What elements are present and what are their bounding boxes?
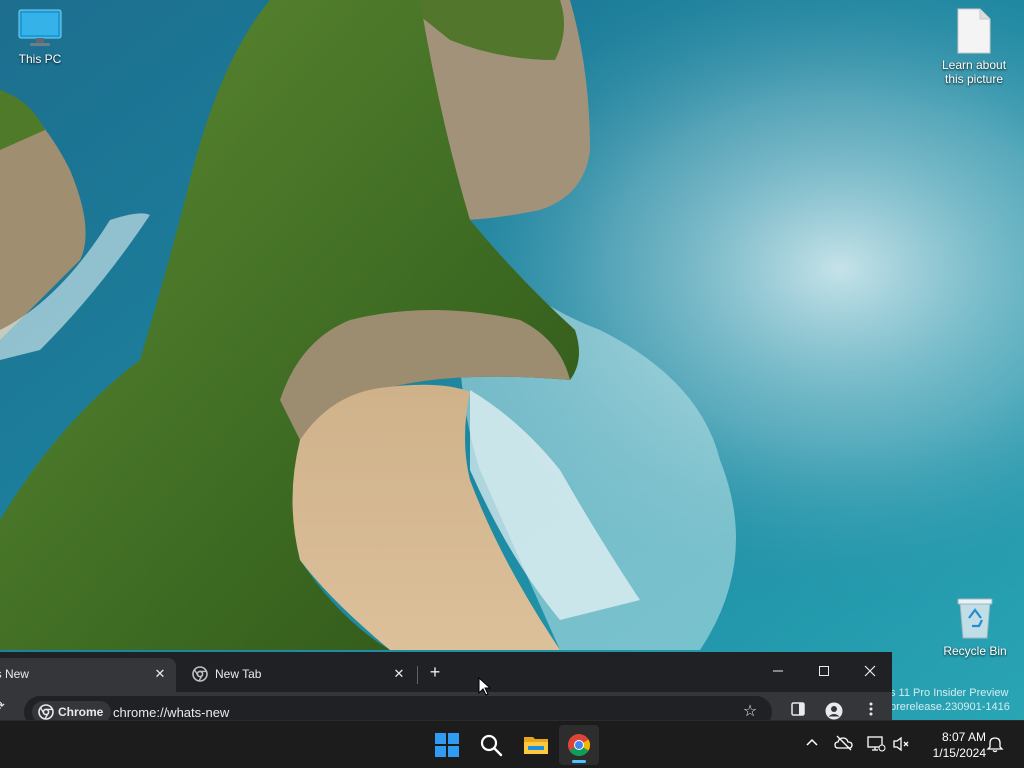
clock-time: 8:07 AM xyxy=(941,730,986,744)
learn-about-picture-desktop-icon[interactable]: Learn about this picture xyxy=(934,8,1014,86)
recycle-bin-icon xyxy=(957,598,993,639)
clock[interactable]: 8:07 AM 1/15/2024 xyxy=(918,729,986,761)
close-icon[interactable]: ✕ xyxy=(150,664,170,684)
monitor-icon xyxy=(18,9,62,46)
address-bar[interactable]: Chrome chrome://whats-new ☆ xyxy=(24,696,772,722)
running-indicator xyxy=(572,760,586,763)
search-icon xyxy=(480,734,503,757)
url-text: chrome://whats-new xyxy=(113,705,230,720)
clock-date: 1/15/2024 xyxy=(932,746,986,760)
tab-title: t's New xyxy=(0,667,29,681)
chrome-window: t's New ✕ New Tab ✕ + ⟳ xyxy=(0,652,892,722)
recycle-bin-desktop-icon[interactable]: Recycle Bin xyxy=(935,596,1015,658)
close-window-button[interactable] xyxy=(847,658,892,686)
watermark-line-2: prerelease.230901-1416 xyxy=(890,701,1010,713)
file-explorer-icon xyxy=(524,737,548,754)
file-explorer-button[interactable] xyxy=(515,725,555,765)
tab-title: New Tab xyxy=(215,667,262,681)
chrome-icon xyxy=(568,734,590,756)
tab-new-tab[interactable]: New Tab ✕ xyxy=(178,658,416,692)
watermark-line-1: s 11 Pro Insider Preview xyxy=(890,687,1009,699)
profile-icon[interactable] xyxy=(824,702,844,722)
start-button[interactable] xyxy=(427,725,467,765)
close-icon xyxy=(864,665,876,677)
this-pc-desktop-icon[interactable]: This PC xyxy=(0,8,80,66)
more-menu-icon[interactable] xyxy=(861,702,881,722)
tab-whats-new[interactable]: t's New ✕ xyxy=(0,658,176,692)
side-panel-icon[interactable] xyxy=(788,702,808,722)
mouse-cursor-icon xyxy=(478,677,492,696)
bookmark-star-icon[interactable]: ☆ xyxy=(740,702,760,722)
tab-strip: t's New ✕ New Tab ✕ + xyxy=(0,652,892,692)
minimize-button[interactable] xyxy=(755,658,801,686)
show-hidden-icons-chevron-icon[interactable] xyxy=(804,735,824,755)
new-tab-button[interactable]: + xyxy=(424,661,446,683)
chrome-page-chip[interactable]: Chrome xyxy=(32,701,112,722)
browser-toolbar: ⟳ Chrome chrome://whats-new ☆ xyxy=(0,692,892,722)
notification-bell-icon[interactable] xyxy=(986,735,1006,755)
search-button[interactable] xyxy=(471,725,511,765)
tab-separator xyxy=(417,666,418,684)
document-icon xyxy=(957,8,991,54)
chrome-logo-icon xyxy=(38,704,54,720)
minimize-icon xyxy=(773,670,783,672)
close-icon[interactable]: ✕ xyxy=(389,664,409,684)
chip-label: Chrome xyxy=(58,705,104,719)
chrome-favicon-icon xyxy=(192,666,208,682)
taskbar: 8:07 AM 1/15/2024 xyxy=(0,720,1024,768)
maximize-icon xyxy=(819,666,829,676)
learn-about-picture-label: Learn about this picture xyxy=(941,58,1007,86)
network-icon[interactable] xyxy=(866,735,886,755)
recycle-bin-label: Recycle Bin xyxy=(943,644,1007,658)
this-pc-label: This PC xyxy=(18,52,62,66)
volume-muted-icon[interactable] xyxy=(892,735,912,755)
onedrive-offline-icon[interactable] xyxy=(834,735,854,755)
windows-watermark: s 11 Pro Insider Preview prerelease.2309… xyxy=(890,686,1010,714)
chrome-taskbar-button[interactable] xyxy=(559,725,599,765)
maximize-button[interactable] xyxy=(801,658,847,686)
windows-start-icon xyxy=(435,733,459,757)
reload-icon[interactable]: ⟳ xyxy=(0,698,10,714)
